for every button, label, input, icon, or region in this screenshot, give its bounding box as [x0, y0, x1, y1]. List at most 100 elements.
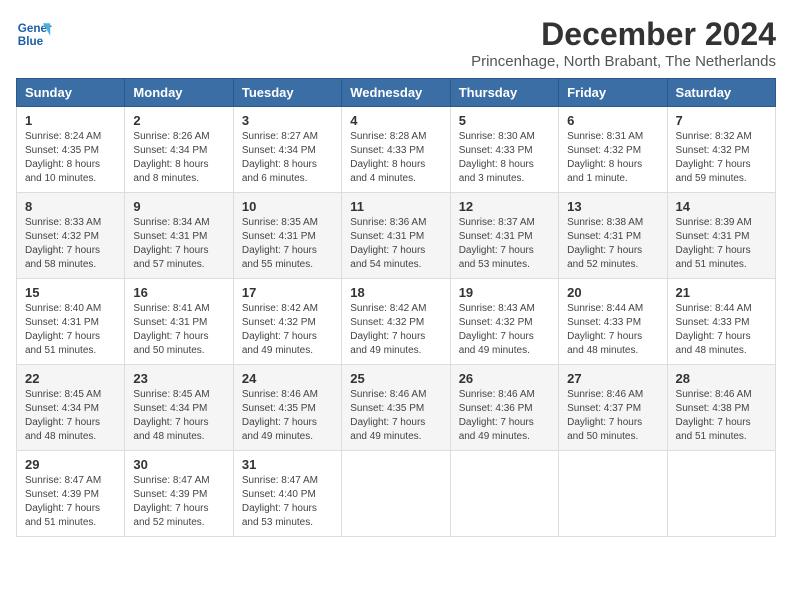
calendar-header-thursday: Thursday [450, 79, 558, 107]
calendar-header-row: SundayMondayTuesdayWednesdayThursdayFrid… [17, 79, 776, 107]
calendar-week-row: 1Sunrise: 8:24 AMSunset: 4:35 PMDaylight… [17, 107, 776, 193]
day-number: 30 [133, 457, 224, 472]
day-info: Sunrise: 8:41 AMSunset: 4:31 PMDaylight:… [133, 302, 224, 358]
calendar-cell: 28 Sunrise: 8:46 AMSunset: 4:38 PMDayligh… [667, 365, 775, 451]
calendar-cell: 6Sunrise: 8:31 AMSunset: 4:32 PMDaylight… [559, 107, 667, 193]
calendar-week-row: 29 Sunrise: 8:47 AMSunset: 4:39 PMDayligh… [17, 451, 776, 537]
calendar-table: SundayMondayTuesdayWednesdayThursdayFrid… [16, 78, 776, 537]
day-number: 21 [676, 285, 767, 300]
day-info: Sunrise: 8:24 AMSunset: 4:35 PMDaylight:… [25, 130, 116, 186]
day-number: 23 [133, 371, 224, 386]
calendar-cell: 23 Sunrise: 8:45 AMSunset: 4:34 PMDayligh… [125, 365, 233, 451]
calendar-cell: 12Sunrise: 8:37 AMSunset: 4:31 PMDayligh… [450, 193, 558, 279]
day-number: 29 [25, 457, 116, 472]
calendar-header-wednesday: Wednesday [342, 79, 450, 107]
page-subtitle: Princenhage, North Brabant, The Netherla… [471, 53, 776, 70]
day-info: Sunrise: 8:47 AMSunset: 4:39 PMDaylight:… [133, 474, 224, 530]
day-number: 7 [676, 113, 767, 128]
svg-text:Blue: Blue [18, 35, 44, 48]
title-area: December 2024 Princenhage, North Brabant… [471, 16, 776, 70]
logo-icon: General Blue [16, 16, 52, 52]
calendar-header-sunday: Sunday [17, 79, 125, 107]
day-info: Sunrise: 8:43 AMSunset: 4:32 PMDaylight:… [459, 302, 550, 358]
day-info: Sunrise: 8:47 AMSunset: 4:40 PMDaylight:… [242, 474, 333, 530]
day-number: 22 [25, 371, 116, 386]
calendar-week-row: 15 Sunrise: 8:40 AMSunset: 4:31 PMDayligh… [17, 279, 776, 365]
day-info: Sunrise: 8:35 AMSunset: 4:31 PMDaylight:… [242, 216, 333, 272]
day-number: 19 [459, 285, 550, 300]
calendar-cell: 9Sunrise: 8:34 AMSunset: 4:31 PMDaylight… [125, 193, 233, 279]
calendar-cell: 31 Sunrise: 8:47 AMSunset: 4:40 PMDayligh… [233, 451, 341, 537]
calendar-cell: 24 Sunrise: 8:46 AMSunset: 4:35 PMDayligh… [233, 365, 341, 451]
day-number: 31 [242, 457, 333, 472]
logo: General Blue [16, 16, 52, 52]
day-info: Sunrise: 8:46 AMSunset: 4:37 PMDaylight:… [567, 388, 658, 444]
calendar-cell: 13Sunrise: 8:38 AMSunset: 4:31 PMDayligh… [559, 193, 667, 279]
day-info: Sunrise: 8:33 AMSunset: 4:32 PMDaylight:… [25, 216, 116, 272]
calendar-cell: 2Sunrise: 8:26 AMSunset: 4:34 PMDaylight… [125, 107, 233, 193]
day-info: Sunrise: 8:44 AMSunset: 4:33 PMDaylight:… [676, 302, 767, 358]
day-info: Sunrise: 8:40 AMSunset: 4:31 PMDaylight:… [25, 302, 116, 358]
calendar-cell [667, 451, 775, 537]
calendar-cell: 26 Sunrise: 8:46 AMSunset: 4:36 PMDayligh… [450, 365, 558, 451]
calendar-cell: 3 Sunrise: 8:27 AMSunset: 4:34 PMDaylight… [233, 107, 341, 193]
calendar-cell: 29 Sunrise: 8:47 AMSunset: 4:39 PMDayligh… [17, 451, 125, 537]
calendar-cell: 1Sunrise: 8:24 AMSunset: 4:35 PMDaylight… [17, 107, 125, 193]
day-info: Sunrise: 8:44 AMSunset: 4:33 PMDaylight:… [567, 302, 658, 358]
day-number: 25 [350, 371, 441, 386]
calendar-cell: 20Sunrise: 8:44 AMSunset: 4:33 PMDayligh… [559, 279, 667, 365]
calendar-cell: 15 Sunrise: 8:40 AMSunset: 4:31 PMDayligh… [17, 279, 125, 365]
day-info: Sunrise: 8:42 AMSunset: 4:32 PMDaylight:… [242, 302, 333, 358]
day-info: Sunrise: 8:26 AMSunset: 4:34 PMDaylight:… [133, 130, 224, 186]
calendar-cell: 27 Sunrise: 8:46 AMSunset: 4:37 PMDayligh… [559, 365, 667, 451]
day-number: 24 [242, 371, 333, 386]
day-number: 27 [567, 371, 658, 386]
calendar-cell [559, 451, 667, 537]
calendar-cell: 11Sunrise: 8:36 AMSunset: 4:31 PMDayligh… [342, 193, 450, 279]
day-info: Sunrise: 8:27 AMSunset: 4:34 PMDaylight:… [242, 130, 333, 186]
day-number: 28 [676, 371, 767, 386]
day-info: Sunrise: 8:28 AMSunset: 4:33 PMDaylight:… [350, 130, 441, 186]
calendar-cell: 7 Sunrise: 8:32 AMSunset: 4:32 PMDaylight… [667, 107, 775, 193]
calendar-cell: 14 Sunrise: 8:39 AMSunset: 4:31 PMDayligh… [667, 193, 775, 279]
day-info: Sunrise: 8:46 AMSunset: 4:36 PMDaylight:… [459, 388, 550, 444]
day-number: 15 [25, 285, 116, 300]
day-info: Sunrise: 8:39 AMSunset: 4:31 PMDaylight:… [676, 216, 767, 272]
calendar-cell: 17Sunrise: 8:42 AMSunset: 4:32 PMDayligh… [233, 279, 341, 365]
calendar-cell: 22 Sunrise: 8:45 AMSunset: 4:34 PMDayligh… [17, 365, 125, 451]
calendar-cell [450, 451, 558, 537]
day-number: 8 [25, 199, 116, 214]
calendar-cell: 16 Sunrise: 8:41 AMSunset: 4:31 PMDayligh… [125, 279, 233, 365]
day-number: 14 [676, 199, 767, 214]
day-number: 6 [567, 113, 658, 128]
day-info: Sunrise: 8:46 AMSunset: 4:38 PMDaylight:… [676, 388, 767, 444]
calendar-cell: 25 Sunrise: 8:46 AMSunset: 4:35 PMDayligh… [342, 365, 450, 451]
day-info: Sunrise: 8:45 AMSunset: 4:34 PMDaylight:… [25, 388, 116, 444]
header: General Blue December 2024 Princenhage, … [16, 16, 776, 70]
day-info: Sunrise: 8:46 AMSunset: 4:35 PMDaylight:… [242, 388, 333, 444]
calendar-header-friday: Friday [559, 79, 667, 107]
day-number: 26 [459, 371, 550, 386]
day-info: Sunrise: 8:45 AMSunset: 4:34 PMDaylight:… [133, 388, 224, 444]
calendar-cell: 4Sunrise: 8:28 AMSunset: 4:33 PMDaylight… [342, 107, 450, 193]
day-info: Sunrise: 8:47 AMSunset: 4:39 PMDaylight:… [25, 474, 116, 530]
calendar-cell: 19 Sunrise: 8:43 AMSunset: 4:32 PMDayligh… [450, 279, 558, 365]
calendar-cell: 8 Sunrise: 8:33 AMSunset: 4:32 PMDaylight… [17, 193, 125, 279]
day-number: 3 [242, 113, 333, 128]
day-number: 10 [242, 199, 333, 214]
day-number: 16 [133, 285, 224, 300]
day-number: 9 [133, 199, 224, 214]
calendar-cell: 10 Sunrise: 8:35 AMSunset: 4:31 PMDayligh… [233, 193, 341, 279]
day-info: Sunrise: 8:32 AMSunset: 4:32 PMDaylight:… [676, 130, 767, 186]
calendar-cell: 30 Sunrise: 8:47 AMSunset: 4:39 PMDayligh… [125, 451, 233, 537]
calendar-cell: 21 Sunrise: 8:44 AMSunset: 4:33 PMDayligh… [667, 279, 775, 365]
day-number: 12 [459, 199, 550, 214]
day-info: Sunrise: 8:46 AMSunset: 4:35 PMDaylight:… [350, 388, 441, 444]
day-info: Sunrise: 8:30 AMSunset: 4:33 PMDaylight:… [459, 130, 550, 186]
calendar-header-tuesday: Tuesday [233, 79, 341, 107]
day-info: Sunrise: 8:42 AMSunset: 4:32 PMDaylight:… [350, 302, 441, 358]
day-info: Sunrise: 8:36 AMSunset: 4:31 PMDaylight:… [350, 216, 441, 272]
calendar-cell: 5Sunrise: 8:30 AMSunset: 4:33 PMDaylight… [450, 107, 558, 193]
page-title: December 2024 [471, 16, 776, 53]
day-number: 13 [567, 199, 658, 214]
